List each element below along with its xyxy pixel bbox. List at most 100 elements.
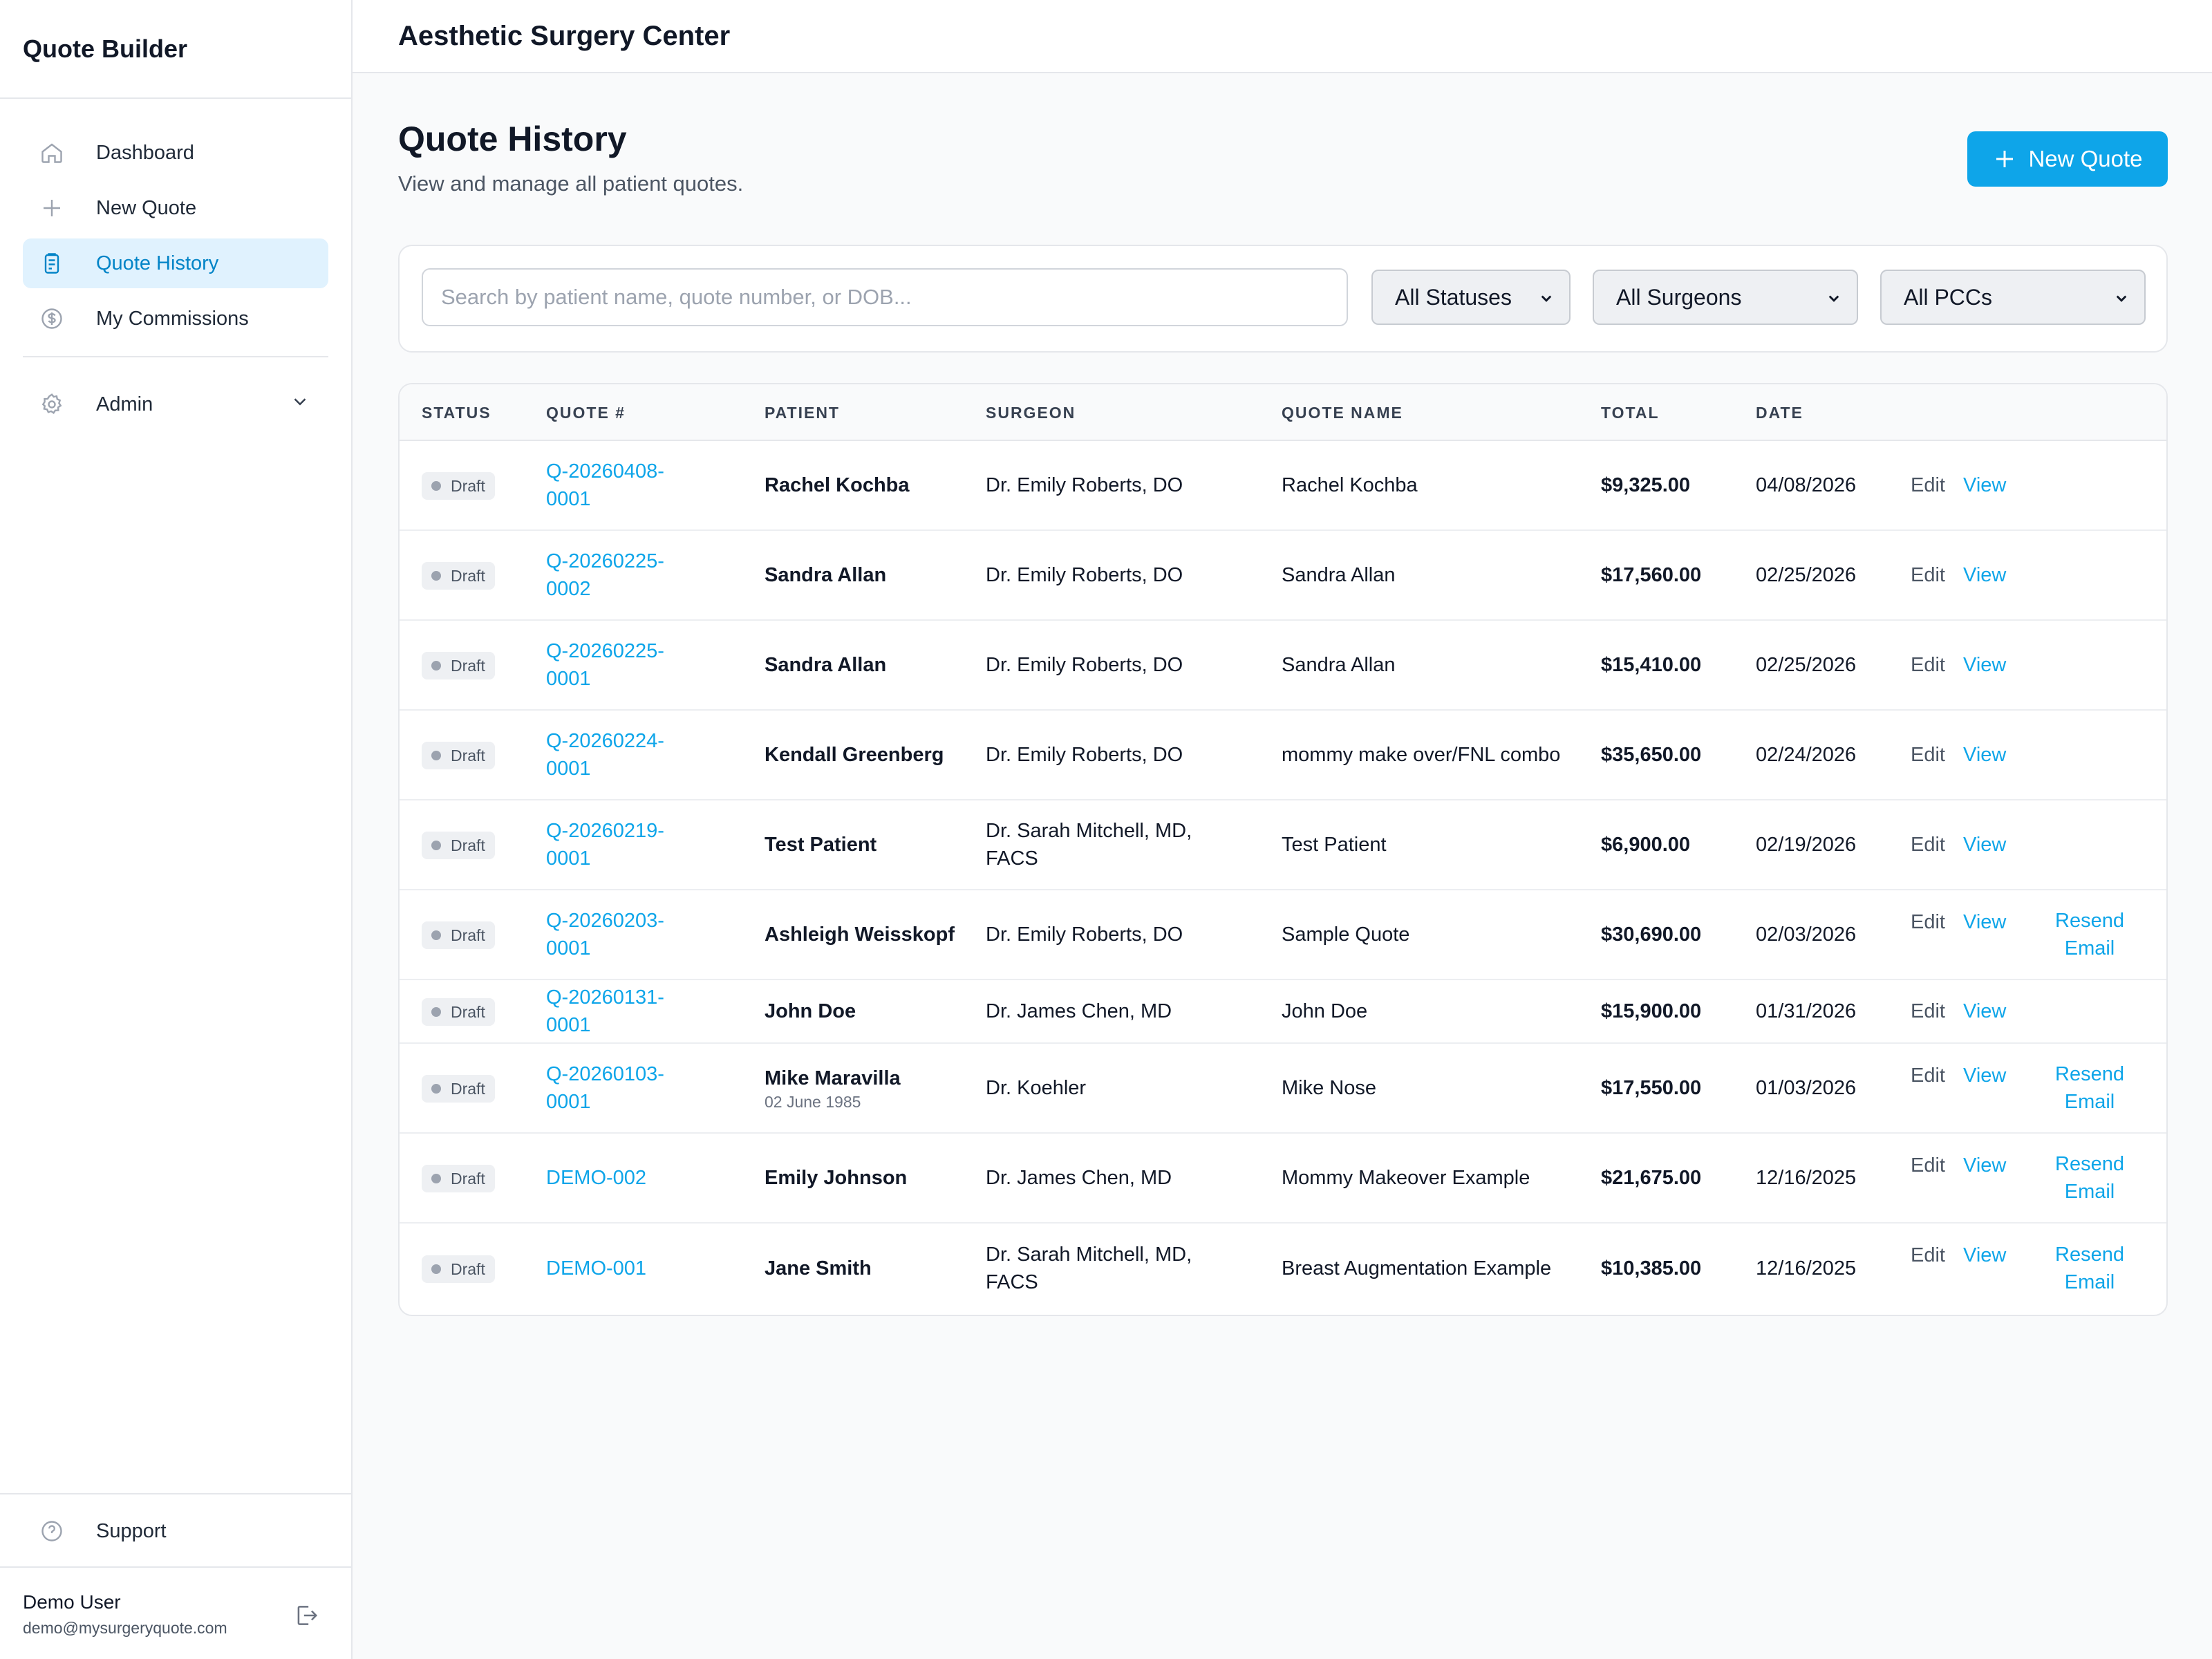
- status-dot: [431, 841, 441, 850]
- edit-link[interactable]: Edit: [1911, 471, 1945, 499]
- patient-name: Kendall Greenberg: [765, 744, 944, 766]
- quote-number-link[interactable]: Q-20260225-0002: [546, 547, 698, 603]
- quote-number-link[interactable]: DEMO-002: [546, 1164, 698, 1192]
- sidebar-item-dashboard[interactable]: Dashboard: [23, 128, 328, 178]
- status-cell: Draft: [422, 997, 495, 1026]
- quote-name-cell: Mommy Makeover Example: [1282, 1167, 1530, 1189]
- quote-name-cell: Sandra Allan: [1282, 564, 1396, 586]
- edit-link[interactable]: Edit: [1911, 908, 1945, 936]
- quote-number-link[interactable]: Q-20260103-0001: [546, 1060, 698, 1116]
- user-name: Demo User: [23, 1591, 121, 1613]
- status-cell: Draft: [422, 1163, 495, 1192]
- divider: [23, 356, 328, 357]
- sidebar-item-label: Quote History: [96, 252, 219, 274]
- quote-number-link[interactable]: DEMO-001: [546, 1255, 698, 1282]
- status-label: Draft: [451, 657, 485, 675]
- status-dot: [431, 1007, 441, 1017]
- edit-link[interactable]: Edit: [1911, 831, 1945, 859]
- status-cell: Draft: [422, 830, 495, 859]
- sidebar-item-new-quote[interactable]: New Quote: [23, 183, 328, 233]
- status-dot: [431, 930, 441, 940]
- status-label: Draft: [451, 477, 485, 495]
- filter-bar: All Statuses All Surgeons All PCCs: [398, 245, 2168, 353]
- topbar: Aesthetic Surgery Center: [353, 0, 2212, 73]
- surgeon-cell: Dr. Emily Roberts, DO: [986, 654, 1183, 676]
- edit-link[interactable]: Edit: [1911, 741, 1945, 769]
- surgeon-cell: Dr. James Chen, MD: [986, 1000, 1172, 1022]
- table-row: Draft DEMO-001 Jane Smith Dr. Sarah Mitchel…: [400, 1224, 2166, 1313]
- status-badge: Draft: [422, 1255, 495, 1283]
- total-cell: $15,410.00: [1601, 654, 1702, 676]
- chevron-down-icon: [290, 391, 310, 418]
- quote-number-link[interactable]: Q-20260225-0001: [546, 637, 698, 693]
- status-dot: [431, 661, 441, 671]
- status-badge: Draft: [422, 652, 495, 679]
- sidebar-item-my-commissions[interactable]: My Commissions: [23, 294, 328, 344]
- edit-link[interactable]: Edit: [1911, 1152, 1945, 1179]
- patient-name: John Doe: [765, 1000, 856, 1022]
- sidebar-item-label: Support: [96, 1519, 167, 1542]
- quote-number-link[interactable]: Q-20260219-0001: [546, 817, 698, 872]
- surgeon-cell: Dr. Emily Roberts, DO: [986, 924, 1183, 946]
- edit-link[interactable]: Edit: [1911, 651, 1945, 679]
- view-link[interactable]: View: [1963, 1152, 2006, 1179]
- status-cell: Draft: [422, 1074, 495, 1103]
- edit-link[interactable]: Edit: [1911, 997, 1945, 1025]
- surgeon-cell: Dr. Sarah Mitchell, MD, FACS: [986, 820, 1192, 870]
- header-quote-name: Quote Name: [1282, 404, 1403, 422]
- quote-name-cell: Mike Nose: [1282, 1077, 1376, 1099]
- status-cell: Draft: [422, 740, 495, 769]
- resend-email-link[interactable]: Resend Email: [2052, 1150, 2128, 1206]
- quote-number-link[interactable]: Q-20260224-0001: [546, 727, 698, 782]
- quote-number-link[interactable]: Q-20260408-0001: [546, 458, 698, 513]
- quote-name-cell: Sandra Allan: [1282, 654, 1396, 676]
- view-link[interactable]: View: [1963, 1241, 2006, 1269]
- patient-cell: Mike Maravilla 02 June 1985: [765, 1065, 965, 1112]
- patient-name: Rachel Kochba: [765, 474, 910, 496]
- view-link[interactable]: View: [1963, 741, 2006, 769]
- help-icon: [38, 1517, 66, 1545]
- edit-link[interactable]: Edit: [1911, 561, 1945, 589]
- quote-number-link[interactable]: Q-20260131-0001: [546, 984, 698, 1039]
- sidebar-item-admin[interactable]: Admin: [23, 379, 328, 429]
- view-link[interactable]: View: [1963, 561, 2006, 589]
- view-link[interactable]: View: [1963, 831, 2006, 859]
- search-input[interactable]: [422, 268, 1348, 326]
- table-row: Draft Q-20260408-0001 Rachel Kochba Dr. Emi…: [400, 441, 2166, 531]
- resend-email-link[interactable]: Resend Email: [2052, 907, 2128, 962]
- header-patient: Patient: [765, 404, 840, 422]
- status-select-value: All Statuses: [1395, 284, 1512, 310]
- header-total: Total: [1601, 404, 1660, 422]
- status-select[interactable]: All Statuses: [1371, 270, 1571, 325]
- status-label: Draft: [451, 926, 485, 944]
- view-link[interactable]: View: [1963, 908, 2006, 936]
- quote-name-cell: Sample Quote: [1282, 924, 1410, 946]
- surgeon-select-value: All Surgeons: [1616, 284, 1742, 310]
- sidebar-item-support[interactable]: Support: [23, 1506, 328, 1556]
- view-link[interactable]: View: [1963, 471, 2006, 499]
- view-link[interactable]: View: [1963, 997, 2006, 1025]
- patient-name: Ashleigh Weisskopf: [765, 924, 955, 946]
- pcc-select[interactable]: All PCCs: [1880, 270, 2146, 325]
- patient-cell: Ashleigh Weisskopf: [765, 921, 965, 948]
- new-quote-label: New Quote: [2028, 146, 2143, 171]
- surgeon-cell: Dr. Emily Roberts, DO: [986, 744, 1183, 766]
- new-quote-button[interactable]: New Quote: [1967, 131, 2168, 187]
- patient-cell: Emily Johnson: [765, 1164, 965, 1192]
- sidebar-item-quote-history[interactable]: Quote History: [23, 238, 328, 288]
- quote-number-link[interactable]: Q-20260203-0001: [546, 907, 698, 962]
- patient-name: Sandra Allan: [765, 654, 887, 676]
- gear-icon: [38, 391, 66, 418]
- logout-icon[interactable]: [293, 1602, 319, 1632]
- patient-cell: Sandra Allan: [765, 561, 965, 589]
- edit-link[interactable]: Edit: [1911, 1241, 1945, 1269]
- dollar-icon: [38, 305, 66, 332]
- resend-email-link[interactable]: Resend Email: [2052, 1060, 2128, 1116]
- surgeon-select[interactable]: All Surgeons: [1593, 270, 1858, 325]
- view-link[interactable]: View: [1963, 651, 2006, 679]
- resend-email-link[interactable]: Resend Email: [2052, 1241, 2128, 1296]
- status-cell: Draft: [422, 1254, 495, 1283]
- patient-name: Test Patient: [765, 834, 877, 856]
- view-link[interactable]: View: [1963, 1062, 2006, 1089]
- edit-link[interactable]: Edit: [1911, 1062, 1945, 1089]
